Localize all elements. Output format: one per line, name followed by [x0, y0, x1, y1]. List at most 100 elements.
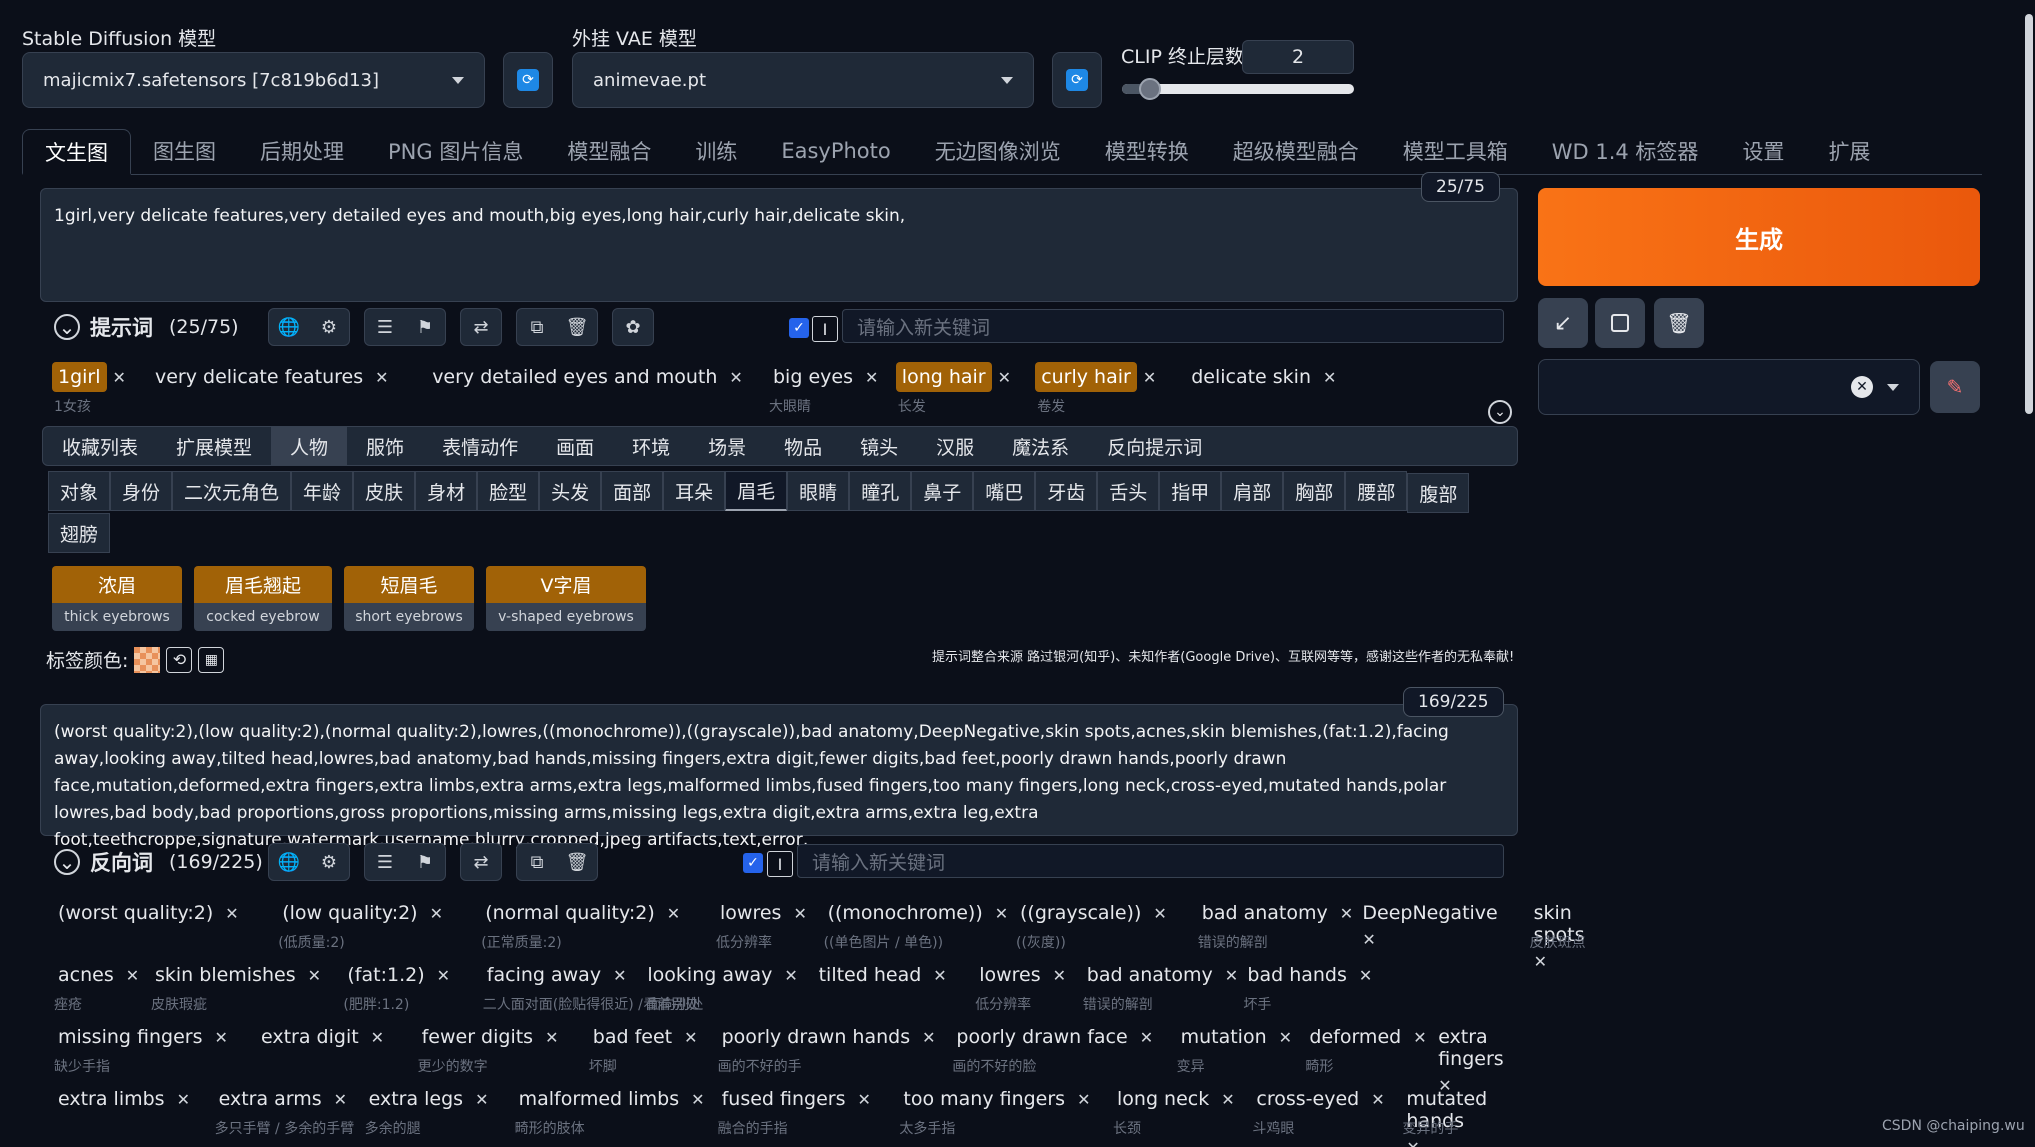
prompt-chip[interactable]: (low quality:2) ✕ (低质量:2) [276, 898, 443, 951]
close-icon[interactable]: ✕ [1143, 368, 1156, 387]
copy-icon[interactable]: ⧉ [517, 844, 557, 880]
close-icon[interactable]: ✕ [334, 1090, 347, 1109]
enable-checkbox[interactable]: ✓ [789, 318, 809, 338]
prompt-chip[interactable]: DeepNegative ✕ [1356, 898, 1512, 949]
enable-checkbox[interactable]: ✓ [743, 853, 763, 873]
close-icon[interactable]: ✕ [126, 966, 139, 985]
subcategory-item[interactable]: 耳朵 [663, 471, 726, 511]
prompt-chip[interactable]: (worst quality:2) ✕ [52, 898, 239, 934]
close-icon[interactable]: ✕ [1225, 966, 1238, 985]
close-icon[interactable]: ✕ [1140, 1028, 1153, 1047]
prompt-chip[interactable]: bad hands ✕ 坏手 [1241, 960, 1372, 1013]
category-item[interactable]: 反向提示词 [1088, 426, 1221, 466]
close-icon[interactable]: ✕ [113, 368, 126, 387]
close-icon[interactable]: ✕ [1340, 904, 1353, 923]
prompt-chip[interactable]: skin blemishes ✕ 皮肤瑕疵 [149, 960, 321, 1013]
prompt-chip[interactable]: extra arms ✕ 多只手臂 / 多余的手臂 [213, 1084, 355, 1137]
prompt-chip[interactable]: big eyes ✕ 大眼睛 [767, 362, 878, 415]
category-item[interactable]: 表情动作 [423, 426, 537, 466]
close-icon[interactable]: ✕ [667, 904, 680, 923]
prompt-chip[interactable]: bad feet ✕ 坏脚 [587, 1022, 698, 1075]
openai-icon[interactable]: ✿ [613, 309, 653, 345]
prompt-chip[interactable]: acnes ✕ 痤疮 [52, 960, 139, 1013]
prompt-chip[interactable]: looking away ✕ 看着别处 [641, 960, 797, 1013]
close-icon[interactable]: ✕ [922, 1028, 935, 1047]
subcategory-item[interactable]: 腰部 [1345, 471, 1408, 511]
category-item[interactable]: 环境 [613, 426, 689, 466]
close-icon[interactable]: ✕ [177, 1090, 190, 1109]
trash-icon[interactable]: 🗑 [557, 309, 597, 345]
prompt-chip[interactable]: extra limbs ✕ [52, 1084, 190, 1120]
prompt-chip[interactable]: extra fingers✕ [1432, 1022, 1512, 1095]
scrollbar[interactable] [2022, 0, 2035, 1147]
prompt-chip[interactable]: curly hair ✕ 卷发 [1035, 362, 1156, 415]
close-icon[interactable]: ✕ [1413, 1028, 1426, 1047]
tab-3[interactable]: PNG 图片信息 [366, 128, 545, 174]
clear-icon[interactable]: ✕ [1851, 376, 1873, 398]
tag-item[interactable]: 浓眉 thick eyebrows [52, 566, 182, 631]
close-icon[interactable]: ✕ [865, 368, 878, 387]
tab-4[interactable]: 模型融合 [545, 128, 673, 174]
close-icon[interactable]: ✕ [691, 1090, 704, 1109]
prompt-chip[interactable]: long neck ✕ 长颈 [1111, 1084, 1235, 1137]
prompt-chip[interactable]: fused fingers ✕ 融合的手指 [716, 1084, 871, 1137]
close-icon[interactable]: ✕ [371, 1028, 384, 1047]
prompt-chip[interactable]: ((monochrome)) ✕ ((单色图片 / 单色)) [822, 898, 1009, 951]
subcategory-item[interactable]: 肩部 [1221, 471, 1284, 511]
prompt-chip[interactable]: too many fingers ✕ 太多手指 [897, 1084, 1090, 1137]
arrow-button[interactable]: ↙ [1538, 298, 1588, 348]
refresh-vae-button[interactable]: ⟳ [1052, 52, 1102, 108]
close-icon[interactable]: ✕ [998, 368, 1011, 387]
collapse-icon[interactable]: ⌄ [54, 849, 80, 875]
clip-slider[interactable] [1122, 78, 1354, 100]
prompt-chip[interactable]: mutated hands✕变异的手 [1400, 1084, 1512, 1147]
new-keyword-input[interactable]: 请输入新关键词 [842, 309, 1504, 343]
close-icon[interactable]: ✕ [430, 904, 443, 923]
category-item[interactable]: 汉服 [917, 426, 993, 466]
style-dropdown[interactable]: ✕ [1538, 359, 1920, 415]
sd-model-dropdown[interactable]: majicmix7.safetensors [7c819b6d13] [22, 52, 485, 108]
close-icon[interactable]: ✕ [784, 966, 797, 985]
expand-icon[interactable]: ⌄ [1488, 400, 1512, 424]
list-icon[interactable]: ☰ [365, 309, 405, 345]
category-item[interactable]: 服饰 [347, 426, 423, 466]
prompt-chip[interactable]: (fat:1.2) ✕ (肥胖:1.2) [341, 960, 450, 1013]
generate-button[interactable]: 生成 [1538, 188, 1980, 286]
subcategory-item[interactable]: 身份 [110, 471, 173, 511]
prompt-chip[interactable]: (normal quality:2) ✕ (正常质量:2) [479, 898, 680, 951]
close-icon[interactable]: ✕ [1406, 1138, 1419, 1147]
prompt-chip[interactable]: cross-eyed ✕ 斗鸡眼 [1250, 1084, 1384, 1137]
tab-11[interactable]: WD 1.4 标签器 [1530, 128, 1721, 174]
close-icon[interactable]: ✕ [1279, 1028, 1292, 1047]
list-icon[interactable]: ☰ [365, 844, 405, 880]
close-icon[interactable]: ✕ [1053, 966, 1066, 985]
category-item[interactable]: 场景 [689, 426, 765, 466]
clip-number-input[interactable]: 2 [1242, 40, 1354, 74]
negative-keyword-input[interactable]: 请输入新关键词 [797, 844, 1504, 878]
tab-1[interactable]: 图生图 [131, 128, 238, 174]
translate-icon[interactable]: ⇄ [461, 844, 501, 880]
prompt-chip[interactable]: poorly drawn hands ✕ 画的不好的手 [716, 1022, 936, 1075]
subcategory-item[interactable]: 舌头 [1097, 471, 1160, 511]
prompt-chip[interactable]: tilted head ✕ [813, 960, 947, 996]
close-icon[interactable]: ✕ [933, 966, 946, 985]
tag-item[interactable]: 眉毛翘起 cocked eyebrow [194, 566, 332, 631]
prompt-chip[interactable]: malformed limbs ✕ 畸形的肢体 [513, 1084, 705, 1137]
subcategory-item[interactable]: 眼睛 [787, 471, 850, 511]
close-icon[interactable]: ✕ [684, 1028, 697, 1047]
prompt-chip[interactable]: long hair ✕ 长发 [895, 362, 1011, 415]
palette-icon[interactable]: ▦ [198, 646, 225, 673]
close-icon[interactable]: ✕ [437, 966, 450, 985]
collapse-icon[interactable]: ⌄ [54, 314, 80, 340]
prompt-chip[interactable]: delicate skin ✕ [1185, 362, 1336, 398]
tab-6[interactable]: EasyPhoto [759, 128, 912, 174]
close-icon[interactable]: ✕ [1323, 368, 1336, 387]
tag-item[interactable]: V字眉 v-shaped eyebrows [486, 566, 646, 631]
vae-dropdown[interactable]: animevae.pt [572, 52, 1034, 108]
category-item[interactable]: 镜头 [841, 426, 917, 466]
refresh-sd-button[interactable]: ⟳ [503, 52, 553, 108]
translate-icon[interactable]: ⇄ [461, 309, 501, 345]
close-icon[interactable]: ✕ [995, 904, 1008, 923]
gear-icon[interactable]: ⚙ [309, 309, 349, 345]
close-icon[interactable]: ✕ [1153, 904, 1166, 923]
